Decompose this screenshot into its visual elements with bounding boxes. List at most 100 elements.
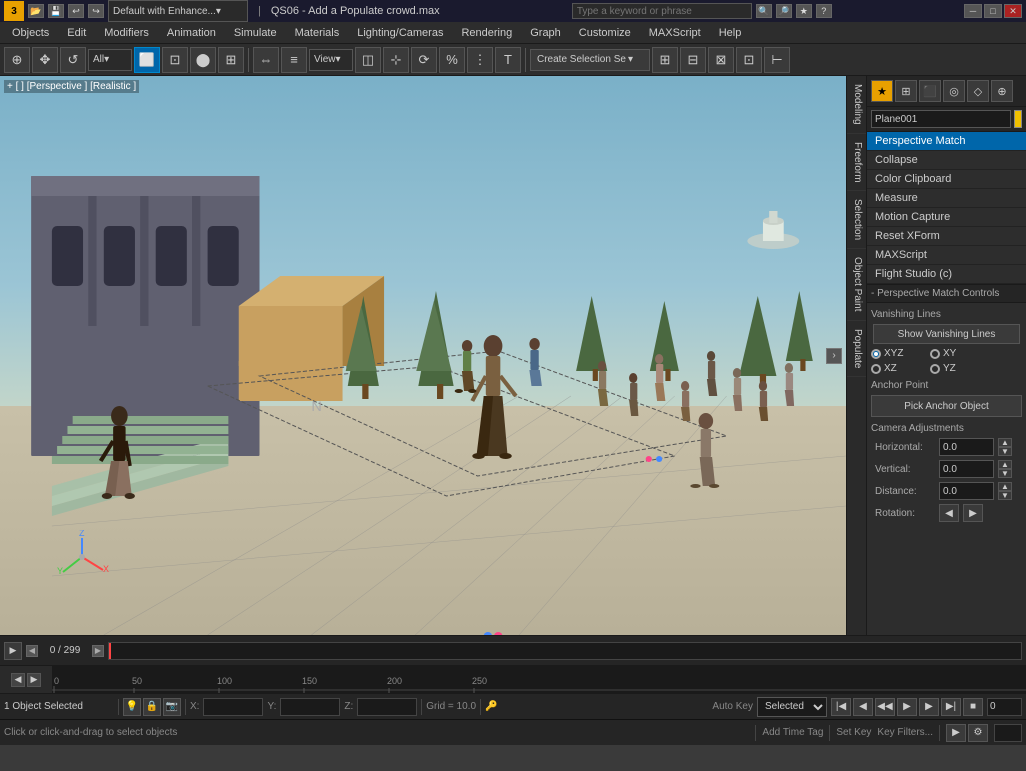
status-cam-icon[interactable]: 📷: [163, 698, 181, 716]
menu-objects[interactable]: Objects: [4, 25, 57, 41]
play-mode-btn[interactable]: ▶: [946, 724, 966, 742]
search-btn2[interactable]: 🔎: [776, 4, 792, 18]
transport-stop[interactable]: ■: [963, 698, 983, 716]
transport-prev-key[interactable]: |◀: [831, 698, 851, 716]
open-file-btn[interactable]: 📂: [28, 4, 44, 18]
coord-y-input[interactable]: [280, 698, 340, 716]
minimize-btn[interactable]: ─: [964, 4, 982, 18]
panel-menu-color-clipboard[interactable]: Color Clipboard: [867, 170, 1026, 189]
menu-graph[interactable]: Graph: [522, 25, 569, 41]
panel-menu-motion-capture[interactable]: Motion Capture: [867, 208, 1026, 227]
cam-rotation-prev[interactable]: ◀: [939, 504, 959, 522]
frame-zoom-in[interactable]: ▶: [27, 673, 41, 687]
spinner-snap-tool[interactable]: ⋮: [467, 47, 493, 73]
tab-freeform[interactable]: Freeform: [847, 134, 866, 192]
timeline-next[interactable]: ▶: [92, 645, 104, 657]
panel-icon-star[interactable]: ★: [871, 80, 893, 102]
panel-icon-diamond[interactable]: ◇: [967, 80, 989, 102]
panel-icon-plus[interactable]: ⊕: [991, 80, 1013, 102]
profile-dropdown[interactable]: Default with Enhance... ▾: [108, 0, 248, 22]
panel-menu-maxscript[interactable]: MAXScript: [867, 246, 1026, 265]
menu-materials[interactable]: Materials: [287, 25, 348, 41]
maximize-btn[interactable]: □: [984, 4, 1002, 18]
angle-snap-tool[interactable]: ⟳: [411, 47, 437, 73]
view-dropdown[interactable]: View▾: [309, 49, 353, 71]
close-btn[interactable]: ✕: [1004, 4, 1022, 18]
panel-icon-circle[interactable]: ◎: [943, 80, 965, 102]
cam-horizontal-up[interactable]: ▲: [998, 438, 1012, 447]
cam-horizontal-input[interactable]: [939, 438, 994, 456]
mirror-tool[interactable]: ⇔: [253, 47, 279, 73]
radio-xyz[interactable]: XYZ: [871, 348, 926, 359]
panel-icon-grid[interactable]: ⊞: [895, 80, 917, 102]
tab-selection[interactable]: Selection: [847, 191, 866, 249]
transport-play-back[interactable]: ◀◀: [875, 698, 895, 716]
transport-prev[interactable]: ◀: [853, 698, 873, 716]
toolbar-extra-2[interactable]: ⊟: [680, 47, 706, 73]
cam-distance-down[interactable]: ▼: [998, 491, 1012, 500]
cam-distance-input[interactable]: [939, 482, 994, 500]
menu-lighting[interactable]: Lighting/Cameras: [349, 25, 451, 41]
align-tool[interactable]: ≡: [281, 47, 307, 73]
frame-zoom-out[interactable]: ◀: [11, 673, 25, 687]
play-settings-btn[interactable]: ⚙: [968, 724, 988, 742]
select-filter-dropdown[interactable]: All▾: [88, 49, 132, 71]
timeline-toggle[interactable]: ▶: [4, 642, 22, 660]
toolbar-extra-3[interactable]: ⊠: [708, 47, 734, 73]
bookmark-btn[interactable]: ★: [796, 4, 812, 18]
pick-anchor-btn[interactable]: Pick Anchor Object: [871, 395, 1022, 417]
tab-modeling[interactable]: Modeling: [847, 76, 866, 134]
menu-modifiers[interactable]: Modifiers: [96, 25, 157, 41]
rotate-tool[interactable]: ↺: [60, 47, 86, 73]
viewport-scroll-btn[interactable]: ›: [826, 348, 842, 364]
cam-distance-up[interactable]: ▲: [998, 482, 1012, 491]
status-lock-icon[interactable]: 🔒: [143, 698, 161, 716]
radio-yz[interactable]: YZ: [930, 363, 985, 374]
save-btn[interactable]: 💾: [48, 4, 64, 18]
frame-input[interactable]: [987, 698, 1022, 716]
coord-z-input[interactable]: [357, 698, 417, 716]
object-name-input[interactable]: [871, 110, 1011, 128]
radio-xz[interactable]: XZ: [871, 363, 926, 374]
create-selection-btn[interactable]: Create Selection Se▾: [530, 49, 650, 71]
time-input[interactable]: [994, 724, 1022, 742]
cam-horizontal-down[interactable]: ▼: [998, 447, 1012, 456]
tab-object-paint[interactable]: Object Paint: [847, 249, 866, 320]
menu-customize[interactable]: Customize: [571, 25, 639, 41]
perspective-match-section-header[interactable]: - Perspective Match Controls: [867, 284, 1026, 303]
menu-edit[interactable]: Edit: [59, 25, 94, 41]
redo-btn[interactable]: ↪: [88, 4, 104, 18]
selected-dropdown[interactable]: Selected: [757, 697, 827, 717]
menu-maxscript[interactable]: MAXScript: [641, 25, 709, 41]
search-btn[interactable]: 🔍: [756, 4, 772, 18]
help-btn[interactable]: ?: [816, 4, 832, 18]
coord-x-input[interactable]: [203, 698, 263, 716]
frame-ruler-track[interactable]: 0 50 100 150 200 250: [52, 666, 1026, 694]
cam-vertical-input[interactable]: [939, 460, 994, 478]
panel-icon-box[interactable]: ⬛: [919, 80, 941, 102]
cam-rotation-next[interactable]: ▶: [963, 504, 983, 522]
toolbar-extra-1[interactable]: ⊞: [652, 47, 678, 73]
show-vanishing-lines-btn[interactable]: Show Vanishing Lines: [873, 324, 1020, 344]
panel-menu-perspective-match[interactable]: Perspective Match: [867, 132, 1026, 151]
cam-vertical-up[interactable]: ▲: [998, 460, 1012, 469]
status-light-icon[interactable]: 💡: [123, 698, 141, 716]
object-color-swatch[interactable]: [1014, 110, 1022, 128]
timeline-track[interactable]: [108, 642, 1022, 660]
paint-select-tool[interactable]: ⬤: [190, 47, 216, 73]
panel-menu-measure[interactable]: Measure: [867, 189, 1026, 208]
panel-menu-collapse[interactable]: Collapse: [867, 151, 1026, 170]
toolbar-extra-5[interactable]: ⊢: [764, 47, 790, 73]
panel-menu-flight-studio[interactable]: Flight Studio (c): [867, 265, 1026, 284]
transport-play[interactable]: ▶: [897, 698, 917, 716]
timeline-prev[interactable]: ◀: [26, 645, 38, 657]
transport-next-key[interactable]: ▶|: [941, 698, 961, 716]
search-input[interactable]: [572, 3, 752, 19]
undo-btn[interactable]: ↩: [68, 4, 84, 18]
radio-xy[interactable]: XY: [930, 348, 985, 359]
snap-tool[interactable]: ⊹: [383, 47, 409, 73]
menu-animation[interactable]: Animation: [159, 25, 224, 41]
menu-simulate[interactable]: Simulate: [226, 25, 285, 41]
tab-populate[interactable]: Populate: [847, 321, 866, 377]
text-tool[interactable]: T: [495, 47, 521, 73]
